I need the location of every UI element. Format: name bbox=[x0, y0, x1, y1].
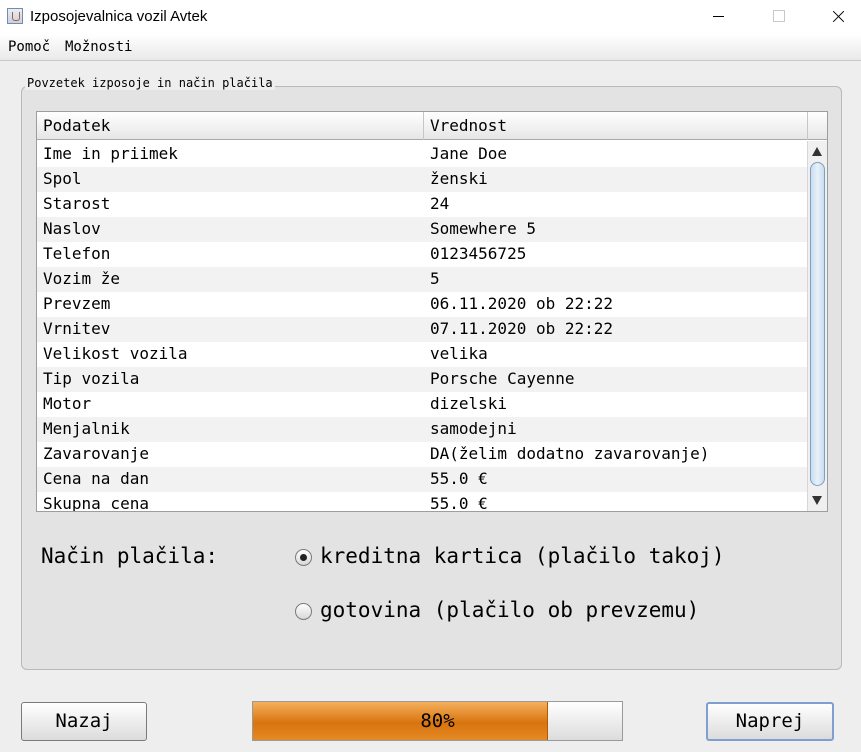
table-cell-value: Jane Doe bbox=[430, 144, 508, 163]
minimize-button[interactable] bbox=[695, 0, 741, 34]
table-row[interactable]: Telefon 0123456725 bbox=[37, 242, 809, 267]
scrollbar-thumb[interactable] bbox=[810, 162, 825, 486]
table-cell-field: Naslov bbox=[43, 219, 101, 238]
table-row[interactable]: Starost 24 bbox=[37, 192, 809, 217]
table-cell-field: Motor bbox=[43, 394, 92, 413]
scroll-up-arrow-icon[interactable] bbox=[812, 147, 822, 156]
table-cell-field: Telefon bbox=[43, 244, 111, 263]
table-cell-field: Starost bbox=[43, 194, 111, 213]
column-header-value[interactable]: Vrednost bbox=[430, 116, 507, 135]
scroll-down-arrow-icon[interactable] bbox=[812, 496, 822, 505]
table-row[interactable]: Naslov Somewhere 5 bbox=[37, 217, 809, 242]
radio-credit-card[interactable] bbox=[295, 549, 312, 566]
table-cell-field: Zavarovanje bbox=[43, 444, 149, 463]
table-cell-value: dizelski bbox=[430, 394, 508, 413]
table-cell-field: Spol bbox=[43, 169, 82, 188]
radio-cash-label[interactable]: gotovina (plačilo ob prevzemu) bbox=[320, 598, 699, 622]
table-cell-field: Vozim že bbox=[43, 269, 121, 288]
table-cell-field: Cena na dan bbox=[43, 469, 149, 488]
table-row[interactable]: Motor dizelski bbox=[37, 392, 809, 417]
back-button[interactable]: Nazaj bbox=[21, 702, 147, 741]
table-cell-value: Porsche Cayenne bbox=[430, 369, 575, 388]
menu-bar: Pomoč Možnosti bbox=[0, 34, 861, 61]
table-cell-value: samodejni bbox=[430, 419, 517, 438]
progress-bar: 80% bbox=[252, 701, 623, 741]
table-cell-field: Ime in priimek bbox=[43, 144, 178, 163]
table-scrollbar[interactable] bbox=[807, 141, 827, 511]
table-row[interactable]: Spol ženski bbox=[37, 167, 809, 192]
table-row[interactable]: Vozim že 5 bbox=[37, 267, 809, 292]
table-cell-field: Prevzem bbox=[43, 294, 111, 313]
summary-panel-title: Povzetek izposoje in način plačila bbox=[25, 76, 275, 90]
table-cell-field: Velikost vozila bbox=[43, 344, 188, 363]
java-app-icon bbox=[7, 8, 23, 24]
progress-text: 80% bbox=[420, 710, 455, 732]
table-cell-field: Vrnitev bbox=[43, 319, 111, 338]
maximize-button[interactable] bbox=[756, 0, 802, 34]
table-body: Ime in priimek Jane Doe Spol ženski Starost 2… bbox=[37, 142, 809, 511]
table-cell-field: Tip vozila bbox=[43, 369, 140, 388]
menu-options[interactable]: Možnosti bbox=[65, 39, 132, 55]
window-title: Izposojevalnica vozil Avtek bbox=[30, 8, 208, 25]
table-row[interactable]: Prevzem 06.11.2020 ob 22:22 bbox=[37, 292, 809, 317]
radio-cash[interactable] bbox=[295, 603, 312, 620]
menu-help[interactable]: Pomoč bbox=[8, 39, 50, 55]
table-cell-value: 24 bbox=[430, 194, 450, 213]
table-cell-field: Skupna cena bbox=[43, 494, 149, 511]
table-cell-value: 5 bbox=[430, 269, 440, 288]
payment-method-label: Način plačila: bbox=[41, 544, 219, 568]
table-row[interactable]: Tip vozila Porsche Cayenne bbox=[37, 367, 809, 392]
table-cell-value: 55.0 € bbox=[430, 494, 488, 511]
table-cell-value: DA(želim dodatno zavarovanje) bbox=[430, 444, 710, 463]
summary-table: Podatek Vrednost Ime in priimek Jane Doe S… bbox=[36, 111, 828, 512]
table-cell-value: velika bbox=[430, 344, 488, 363]
radio-credit-card-label[interactable]: kreditna kartica (plačilo takoj) bbox=[320, 544, 725, 568]
table-row[interactable]: Velikost vozila velika bbox=[37, 342, 809, 367]
table-row[interactable]: Cena na dan 55.0 € bbox=[37, 467, 809, 492]
table-cell-field: Menjalnik bbox=[43, 419, 130, 438]
table-row[interactable]: Ime in priimek Jane Doe bbox=[37, 142, 809, 167]
next-button[interactable]: Naprej bbox=[706, 702, 834, 741]
table-row[interactable]: Skupna cena 55.0 € bbox=[37, 492, 809, 511]
title-bar: Izposojevalnica vozil Avtek bbox=[0, 0, 861, 34]
column-header-field[interactable]: Podatek bbox=[43, 116, 110, 135]
table-cell-value: ženski bbox=[430, 169, 488, 188]
table-header: Podatek Vrednost bbox=[37, 112, 827, 140]
table-cell-value: 06.11.2020 ob 22:22 bbox=[430, 294, 614, 313]
table-row[interactable]: Menjalnik samodejni bbox=[37, 417, 809, 442]
table-row[interactable]: Vrnitev 07.11.2020 ob 22:22 bbox=[37, 317, 809, 342]
table-cell-value: 07.11.2020 ob 22:22 bbox=[430, 319, 614, 338]
table-cell-value: 55.0 € bbox=[430, 469, 488, 488]
table-cell-value: Somewhere 5 bbox=[430, 219, 536, 238]
table-cell-value: 0123456725 bbox=[430, 244, 527, 263]
close-button[interactable] bbox=[815, 0, 861, 34]
table-row[interactable]: Zavarovanje DA(želim dodatno zavarovanje) bbox=[37, 442, 809, 467]
